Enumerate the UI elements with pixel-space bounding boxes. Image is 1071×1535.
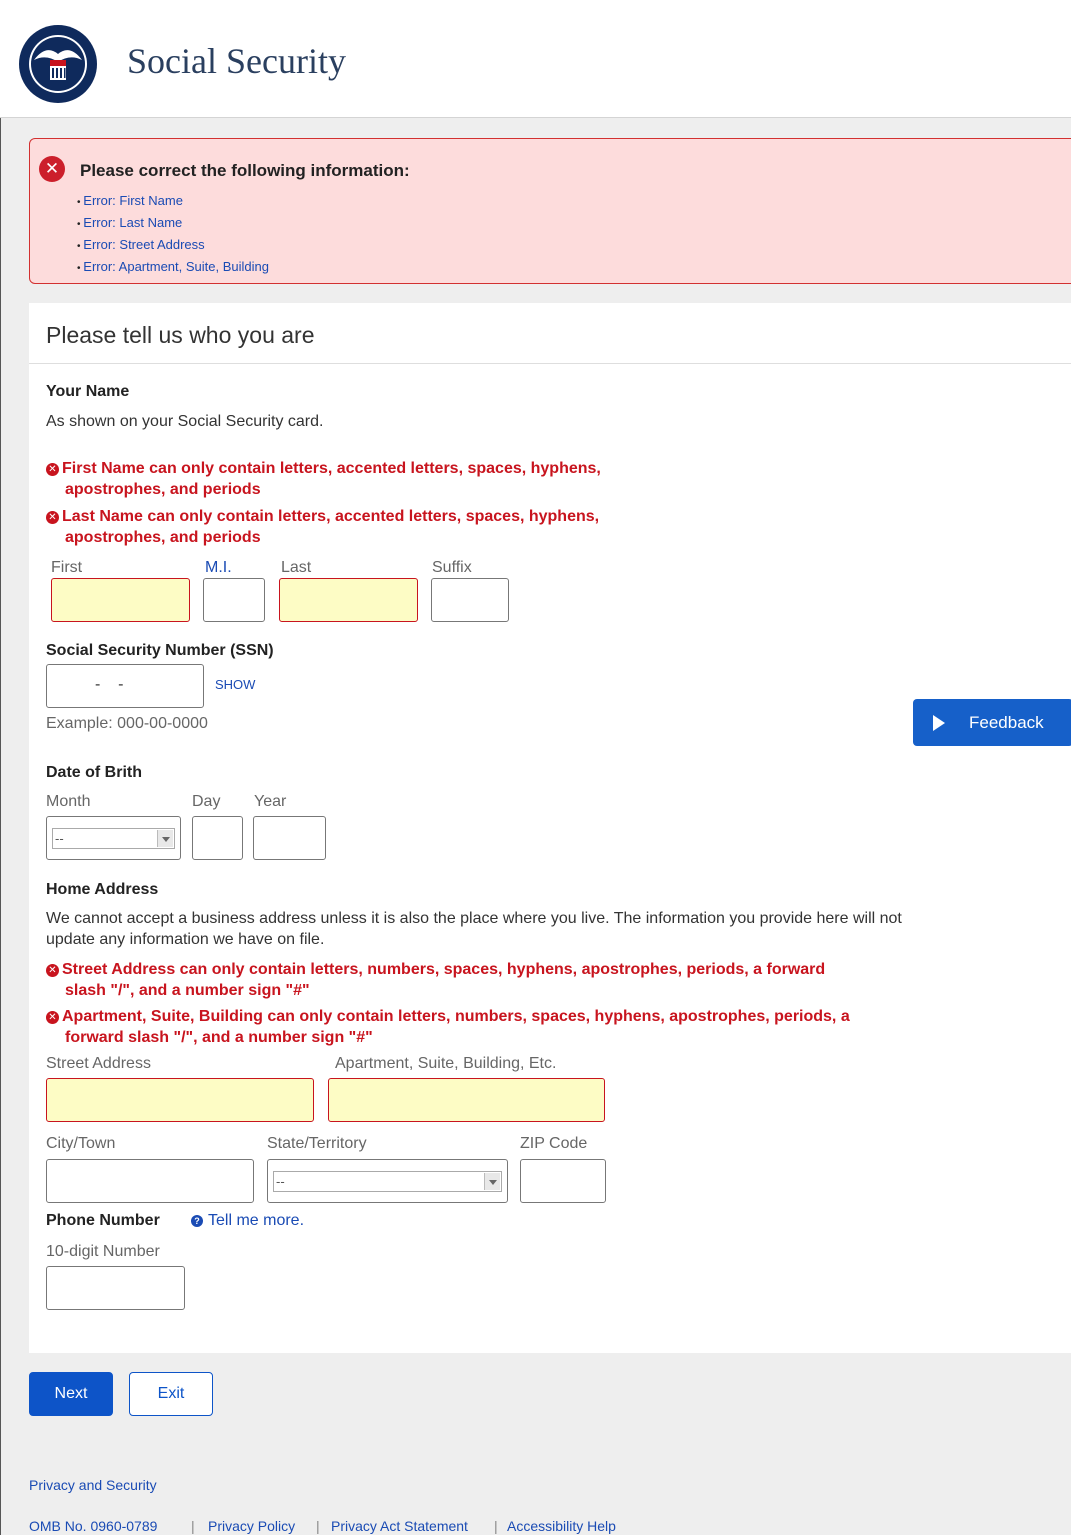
privacy-security-link[interactable]: Privacy and Security	[29, 1477, 157, 1493]
address-heading: Home Address	[46, 881, 159, 898]
privacy-act-link[interactable]: Privacy Act Statement	[331, 1518, 468, 1534]
state-select[interactable]: --	[267, 1159, 508, 1203]
city-input[interactable]	[46, 1159, 254, 1203]
accessibility-help-link[interactable]: Accessibility Help	[507, 1518, 616, 1534]
error-link-street-address[interactable]: Error: Street Address	[77, 235, 269, 257]
error-link-apartment[interactable]: Error: Apartment, Suite, Building	[77, 257, 269, 279]
ssn-mask: - -	[95, 676, 124, 693]
suffix-input[interactable]	[431, 578, 509, 622]
site-header: Social Security	[0, 0, 1071, 118]
ssn-heading: Social Security Number (SSN)	[46, 642, 274, 659]
street-address-label: Street Address	[46, 1055, 151, 1072]
city-label: City/Town	[46, 1135, 116, 1152]
site-title[interactable]: Social Security	[127, 40, 346, 82]
zip-input[interactable]	[520, 1159, 606, 1203]
phone-heading: Phone Number	[46, 1212, 160, 1229]
error-summary: ✕ Please correct the following informati…	[29, 138, 1071, 284]
year-input[interactable]	[253, 816, 326, 860]
error-circle-icon: ✕	[46, 964, 59, 977]
last-name-error-cont: apostrophes, and periods	[65, 529, 261, 546]
ssa-seal-logo[interactable]	[18, 24, 98, 104]
address-hint-2: update any information we have on file.	[46, 931, 325, 948]
chevron-down-icon	[484, 1173, 500, 1190]
middle-initial-input[interactable]	[203, 578, 265, 622]
error-circle-icon: ✕	[46, 511, 59, 524]
middle-initial-label: M.I.	[205, 559, 232, 576]
ssn-example: Example: 000-00-0000	[46, 715, 208, 732]
dob-heading: Date of Brith	[46, 764, 142, 781]
footer-separator: |	[191, 1518, 195, 1534]
apartment-error-cont: forward slash "/", and a number sign "#"	[65, 1029, 373, 1046]
apartment-input[interactable]	[328, 1078, 605, 1122]
tell-me-more-link[interactable]: ? Tell me more.	[191, 1212, 304, 1230]
error-list: Error: First Name Error: Last Name Error…	[77, 191, 269, 279]
error-circle-icon: ✕	[46, 1011, 59, 1024]
month-select[interactable]: --	[46, 816, 181, 860]
month-select-box[interactable]: --	[52, 828, 175, 849]
error-summary-title: Please correct the following information…	[80, 161, 410, 180]
form-title: Please tell us who you are	[46, 322, 315, 348]
state-select-box[interactable]: --	[273, 1171, 502, 1192]
error-circle-icon: ✕	[46, 463, 59, 476]
first-name-error: ✕ First Name can only contain letters, ac…	[46, 458, 601, 479]
footer-separator: |	[316, 1518, 320, 1534]
zip-label: ZIP Code	[520, 1135, 588, 1152]
error-link-last-name[interactable]: Error: Last Name	[77, 213, 269, 235]
last-name-label: Last	[281, 559, 312, 576]
street-address-error-cont: slash "/", and a number sign "#"	[65, 982, 310, 999]
feedback-button[interactable]: Feedback	[913, 699, 1071, 746]
year-label: Year	[254, 793, 287, 810]
apartment-label: Apartment, Suite, Building, Etc.	[335, 1055, 557, 1072]
phone-input[interactable]	[46, 1266, 185, 1310]
privacy-policy-link[interactable]: Privacy Policy	[208, 1518, 295, 1534]
exit-button[interactable]: Exit	[129, 1372, 213, 1416]
first-name-input[interactable]	[51, 578, 190, 622]
help-circle-icon: ?	[191, 1215, 203, 1227]
day-label: Day	[192, 793, 221, 810]
chevron-down-icon	[157, 830, 173, 847]
divider	[29, 363, 1071, 364]
error-x-icon: ✕	[39, 156, 65, 182]
first-name-error-cont: apostrophes, and periods	[65, 481, 261, 498]
name-heading: Your Name	[46, 383, 130, 400]
day-input[interactable]	[192, 816, 243, 860]
last-name-input[interactable]	[279, 578, 418, 622]
first-name-label: First	[51, 559, 83, 576]
form-card: Please tell us who you are Your Name As …	[29, 303, 1071, 1353]
street-address-error: ✕ Street Address can only contain letters…	[46, 959, 825, 980]
phone-label: 10-digit Number	[46, 1243, 160, 1260]
suffix-label: Suffix	[432, 559, 472, 576]
ssn-input[interactable]: - -	[46, 664, 204, 708]
next-button[interactable]: Next	[29, 1372, 113, 1416]
street-address-input[interactable]	[46, 1078, 314, 1122]
apartment-error: ✕ Apartment, Suite, Building can only con…	[46, 1006, 850, 1027]
play-icon	[933, 715, 945, 731]
ssn-show-toggle[interactable]: SHOW	[215, 677, 255, 692]
last-name-error: ✕ Last Name can only contain letters, acc…	[46, 506, 599, 527]
omb-number: OMB No. 0960-0789	[29, 1518, 158, 1534]
month-label: Month	[46, 793, 91, 810]
state-label: State/Territory	[267, 1135, 367, 1152]
name-hint: As shown on your Social Security card.	[46, 413, 324, 430]
error-link-first-name[interactable]: Error: First Name	[77, 191, 269, 213]
address-hint-1: We cannot accept a business address unle…	[46, 910, 902, 927]
footer-separator: |	[494, 1518, 498, 1534]
